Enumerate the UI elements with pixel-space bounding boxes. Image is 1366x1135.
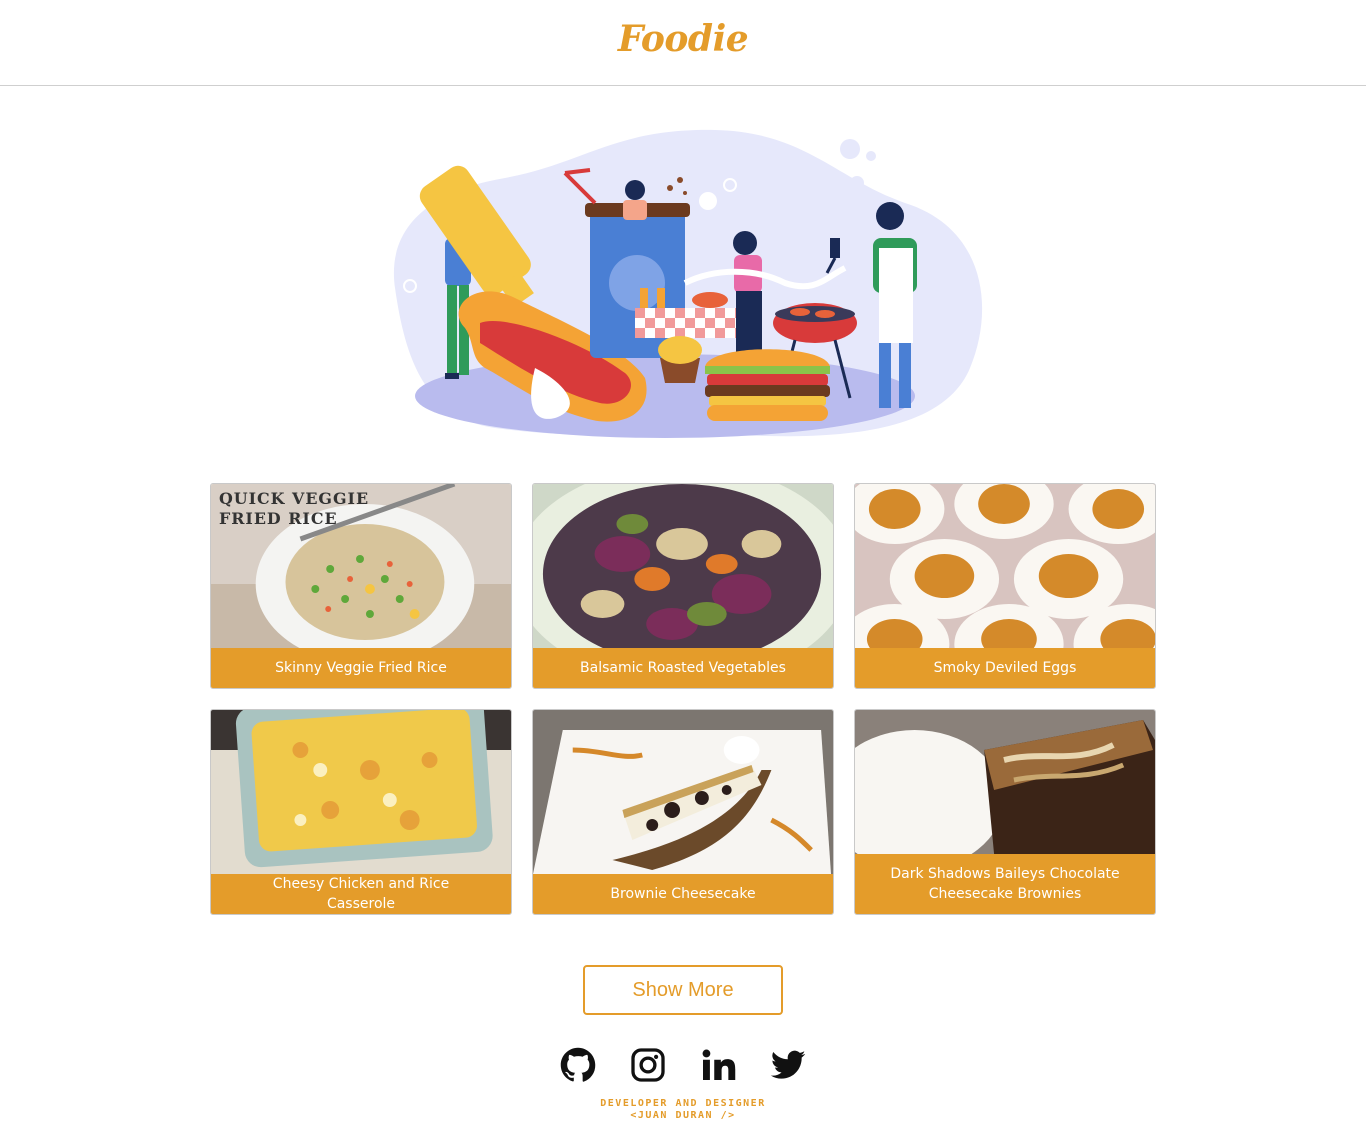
recipe-title: Balsamic Roasted Vegetables [533, 648, 833, 688]
recipe-title: Smoky Deviled Eggs [855, 648, 1155, 688]
recipe-card[interactable]: Cheesy Chicken and Rice Casserole [210, 709, 512, 915]
recipe-title: Skinny Veggie Fried Rice [211, 648, 511, 688]
recipe-card[interactable]: QUICK VEGGIE FRIED RICE Skinny Veggie Fr… [210, 483, 512, 689]
twitter-icon[interactable] [770, 1047, 806, 1083]
recipe-card[interactable]: Dark Shadows Baileys Chocolate Cheesecak… [854, 709, 1156, 915]
recipe-title: Cheesy Chicken and Rice Casserole [211, 874, 511, 914]
recipe-photo [855, 484, 1155, 648]
recipe-photo: QUICK VEGGIE FRIED RICE [211, 484, 511, 648]
site-header: Foodie [0, 0, 1366, 86]
recipe-photo [855, 710, 1155, 854]
recipe-card[interactable]: Brownie Cheesecake [532, 709, 834, 915]
show-more-button[interactable]: Show More [583, 965, 783, 1015]
svg-text:FRIED RICE: FRIED RICE [219, 509, 338, 528]
github-icon[interactable] [560, 1047, 596, 1083]
footer-credit-name: <JUAN DURAN /> [630, 1110, 736, 1121]
recipe-card[interactable]: Smoky Deviled Eggs [854, 483, 1156, 689]
recipe-photo [533, 710, 833, 874]
recipe-photo [211, 710, 511, 874]
recipe-photo [533, 484, 833, 648]
linkedin-icon[interactable] [700, 1047, 736, 1083]
hero-illustration [393, 129, 983, 438]
instagram-icon[interactable] [630, 1047, 666, 1083]
footer-credit-role: DEVELOPER AND DESIGNER [600, 1098, 766, 1109]
site-logo[interactable]: Foodie [0, 18, 1366, 60]
recipe-photo-overlay-text: QUICK VEGGIE [219, 489, 369, 508]
recipe-title: Brownie Cheesecake [533, 874, 833, 914]
recipe-card[interactable]: Balsamic Roasted Vegetables [532, 483, 834, 689]
recipe-title: Dark Shadows Baileys Chocolate Cheesecak… [855, 854, 1155, 914]
